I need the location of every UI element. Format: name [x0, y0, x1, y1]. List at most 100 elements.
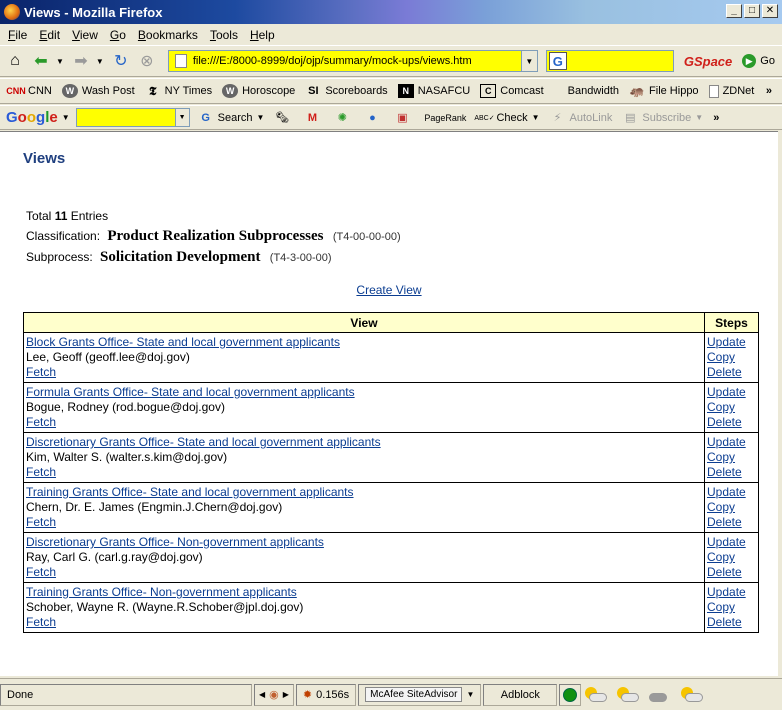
go-button[interactable]: ▶ Go	[742, 54, 775, 68]
update-link[interactable]: Update	[707, 335, 756, 350]
google-menu-dropdown-icon[interactable]: ▼	[62, 113, 70, 122]
bookmark-scoreboards[interactable]: SI Scoreboards	[305, 84, 388, 98]
google-toolbar-overflow-icon[interactable]: »	[713, 112, 719, 124]
classification-label: Classification:	[26, 229, 101, 243]
bookmark-nasafcu[interactable]: N NASAFCU	[397, 84, 470, 98]
reload-icon[interactable]: ↻	[110, 50, 132, 72]
weather-icon[interactable]	[647, 686, 673, 704]
view-link[interactable]: Formula Grants Office- State and local g…	[26, 385, 355, 399]
steps-cell: Update Copy Delete	[704, 382, 759, 433]
bookmark-washpost[interactable]: W Wash Post	[61, 84, 135, 98]
menu-go[interactable]: Go	[110, 28, 126, 42]
adblock-button[interactable]: Adblock	[483, 683, 558, 706]
menu-file[interactable]: File	[8, 28, 27, 42]
steps-cell: Update Copy Delete	[704, 332, 759, 383]
copy-link[interactable]: Copy	[707, 500, 756, 515]
view-link[interactable]: Discretionary Grants Office- State and l…	[26, 435, 381, 449]
menu-view[interactable]: View	[72, 28, 98, 42]
address-dropdown-icon[interactable]: ▼	[520, 51, 537, 71]
bookmark-cnn[interactable]: CNN CNN	[6, 84, 52, 98]
delete-link[interactable]: Delete	[707, 615, 756, 630]
view-link[interactable]: Discretionary Grants Office- Non-governm…	[26, 535, 324, 549]
bookmark-zdnet[interactable]: ZDNet	[708, 84, 754, 98]
update-link[interactable]: Update	[707, 485, 756, 500]
back-icon[interactable]: ⬅	[30, 50, 52, 72]
gspace-button[interactable]: GSpace	[684, 54, 732, 69]
maximize-button[interactable]: □	[744, 4, 760, 18]
fetch-link[interactable]: Fetch	[26, 615, 56, 629]
view-link[interactable]: Training Grants Office- Non-government a…	[26, 585, 297, 599]
delete-link[interactable]: Delete	[707, 465, 756, 480]
siteadvisor-dropdown-icon[interactable]: ▼	[466, 690, 474, 699]
address-bar[interactable]: file:///E:/8000-8999/doj/ojp/summary/moc…	[167, 50, 538, 72]
forward-icon[interactable]: ➡	[70, 50, 92, 72]
delete-link[interactable]: Delete	[707, 365, 756, 380]
fetch-link[interactable]: Fetch	[26, 365, 56, 379]
fetch-link[interactable]: Fetch	[26, 415, 56, 429]
bookmark-label: Horoscope	[242, 85, 296, 97]
bookmarks-overflow-icon[interactable]: »	[766, 85, 772, 97]
address-url[interactable]: file:///E:/8000-8999/doj/ojp/summary/moc…	[193, 55, 521, 67]
menu-bookmarks[interactable]: Bookmarks	[138, 28, 198, 42]
update-link[interactable]: Update	[707, 585, 756, 600]
bookmark-label: NY Times	[164, 85, 213, 97]
weather-icon[interactable]	[679, 686, 705, 704]
spellcheck-button[interactable]: ABC✓ Check ▼	[474, 110, 539, 126]
copy-link[interactable]: Copy	[707, 400, 756, 415]
minimize-button[interactable]: _	[726, 4, 742, 18]
menu-help[interactable]: Help	[250, 28, 275, 42]
gmail-button[interactable]: M	[304, 110, 324, 126]
google-logo[interactable]: Google	[6, 109, 58, 126]
google-search-button[interactable]: G Search ▼	[198, 110, 264, 126]
status-scroll-controls[interactable]: ◀ ◉ ▶	[254, 683, 294, 706]
back-dropdown-icon[interactable]: ▼	[56, 57, 64, 66]
pagerank-indicator: PageRank	[424, 113, 466, 123]
copy-link[interactable]: Copy	[707, 350, 756, 365]
news-button[interactable]: 🗞	[274, 110, 294, 126]
copy-link[interactable]: Copy	[707, 600, 756, 615]
google-search-input[interactable]: ▼	[75, 108, 190, 127]
home-icon[interactable]: ⌂	[4, 50, 26, 72]
create-view-link[interactable]: Create View	[356, 283, 421, 297]
copy-link[interactable]: Copy	[707, 550, 756, 565]
page-load-timer: ✹ 0.156s	[295, 683, 357, 706]
search-engine-icon[interactable]: G	[548, 52, 567, 70]
menu-edit[interactable]: Edit	[39, 28, 60, 42]
fetch-link[interactable]: Fetch	[26, 565, 56, 579]
popup-blocker-button[interactable]: ▣	[394, 110, 414, 126]
bookmark-nytimes[interactable]: 𝕿 NY Times	[145, 84, 212, 98]
table-header-row: View Steps	[23, 312, 759, 333]
picasa-button[interactable]: ✺	[334, 110, 354, 126]
bookmark-horoscope[interactable]: W Horoscope	[222, 84, 295, 98]
search-box[interactable]: G	[545, 50, 674, 72]
menu-tools[interactable]: Tools	[210, 28, 238, 42]
stop-icon[interactable]: ⊗	[136, 50, 158, 72]
bookmark-filehippo[interactable]: 🦛 File Hippo	[629, 84, 699, 98]
weather-icon[interactable]	[583, 686, 609, 704]
subscribe-button[interactable]: ▤ Subscribe ▼	[622, 110, 703, 126]
delete-link[interactable]: Delete	[707, 415, 756, 430]
bookmark-comcast[interactable]: C Comcast	[480, 84, 544, 98]
update-link[interactable]: Update	[707, 535, 756, 550]
google-search-dropdown-icon[interactable]: ▼	[174, 109, 189, 126]
view-link[interactable]: Block Grants Office- State and local gov…	[26, 335, 340, 349]
update-link[interactable]: Update	[707, 435, 756, 450]
siteadvisor-widget[interactable]: McAfee SiteAdvisor ▼	[358, 683, 482, 706]
total-entries: Total 11 Entries	[26, 206, 401, 226]
update-link[interactable]: Update	[707, 385, 756, 400]
copy-link[interactable]: Copy	[707, 450, 756, 465]
delete-link[interactable]: Delete	[707, 565, 756, 580]
close-button[interactable]: ✕	[762, 4, 778, 18]
autolink-button[interactable]: ⚡ AutoLink	[550, 110, 613, 126]
earth-button[interactable]: ●	[364, 110, 384, 126]
scroll-left-icon[interactable]: ◀	[259, 690, 265, 699]
bookmark-bandwidth[interactable]: Bandwidth	[568, 85, 619, 97]
fetch-link[interactable]: Fetch	[26, 465, 56, 479]
weather-icon[interactable]	[615, 686, 641, 704]
view-link[interactable]: Training Grants Office- State and local …	[26, 485, 354, 499]
delete-link[interactable]: Delete	[707, 515, 756, 530]
bookmark-label: Wash Post	[81, 85, 135, 97]
fetch-link[interactable]: Fetch	[26, 515, 56, 529]
forward-dropdown-icon[interactable]: ▼	[96, 57, 104, 66]
scroll-right-icon[interactable]: ▶	[283, 690, 289, 699]
